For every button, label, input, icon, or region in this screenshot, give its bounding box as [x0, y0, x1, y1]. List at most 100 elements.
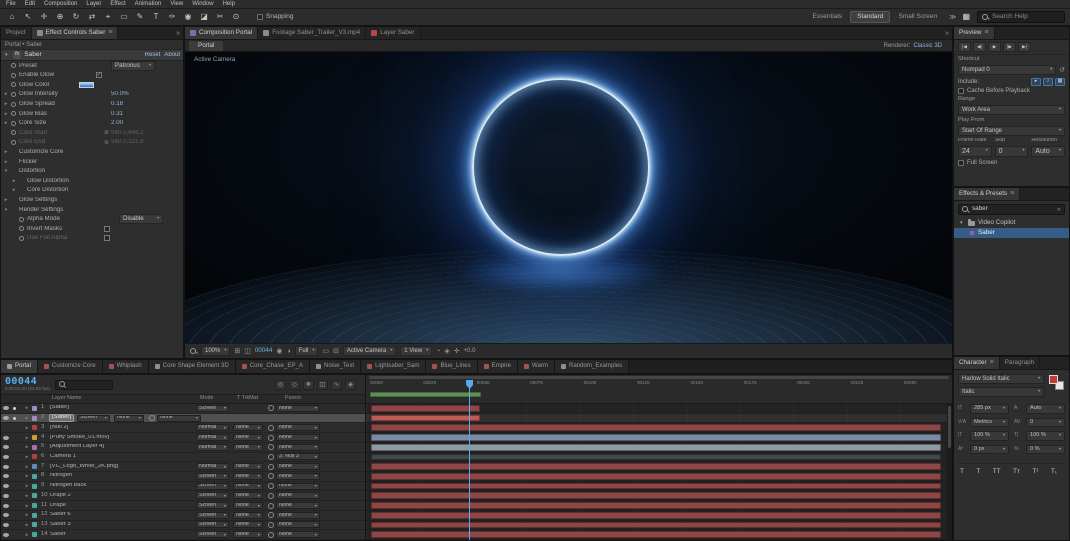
layer-mode-dropdown[interactable]: Normal — [196, 443, 229, 451]
layer-expand-arrow-icon[interactable] — [25, 436, 32, 440]
grid-guides-icon[interactable]: ⊞ — [234, 348, 240, 355]
layer-expand-arrow-icon[interactable] — [25, 426, 32, 430]
layer-parent-dropdown[interactable]: None — [276, 424, 320, 432]
pen-tool-icon[interactable]: ✎ — [133, 11, 147, 24]
layer-label-color[interactable] — [32, 405, 37, 411]
layer-name[interactable]: [Saber] — [50, 405, 196, 411]
include-audio-icon[interactable]: ♪ — [1043, 77, 1053, 86]
property-checkbox[interactable] — [104, 235, 110, 242]
layer-visibility-toggle[interactable] — [1, 464, 10, 469]
layer-duration-bar[interactable] — [370, 473, 942, 480]
layer-visibility-toggle[interactable] — [1, 493, 10, 498]
layer-name[interactable]: Camera 1 — [50, 454, 196, 460]
panel-overflow-icon[interactable] — [173, 27, 183, 39]
layer-name[interactable]: Saber — [50, 532, 196, 538]
layer-mode-dropdown[interactable]: Screen — [196, 492, 229, 500]
effect-header-row[interactable]: ▼ fx Saber Reset About — [1, 50, 183, 61]
layer-trkmat-dropdown[interactable]: None — [233, 463, 263, 471]
workspace-overflow-icon[interactable]: ≫ — [949, 14, 956, 21]
layer-mode-dropdown[interactable]: Screen — [196, 404, 229, 412]
layer-parent-dropdown[interactable]: None — [276, 482, 320, 490]
viewer-tab[interactable]: Composition Portal — [185, 27, 259, 39]
layer-expand-arrow-icon[interactable] — [25, 523, 32, 527]
viewer-tab[interactable]: Footage Saber_Trailer_V3.mp4 — [258, 27, 367, 39]
layer-label-color[interactable] — [32, 425, 37, 431]
expand-arrow-icon[interactable]: ► — [4, 159, 11, 164]
snapping-checkbox[interactable] — [257, 14, 263, 20]
layer-expand-arrow-icon[interactable] — [25, 474, 32, 478]
layer-duration-bar[interactable] — [370, 463, 942, 471]
layer-row[interactable]: 4 [Puffy Smoke_01.mov] Normal None None — [1, 433, 365, 443]
faux-style-button[interactable]: T — [960, 469, 964, 476]
graph-editor-icon[interactable]: ◈ — [345, 379, 356, 390]
layer-parent-dropdown[interactable]: None — [276, 404, 320, 412]
expand-arrow-icon[interactable]: ▼ — [4, 207, 11, 212]
folder-video-copilot[interactable]: ▼ Video Copilot — [954, 218, 1069, 228]
font-family-dropdown[interactable]: Harlow Solid Italic — [958, 374, 1044, 384]
layer-duration-bar[interactable] — [370, 434, 942, 441]
faux-style-button[interactable]: T¹ — [1032, 469, 1038, 476]
play-from-dropdown[interactable]: Start Of Range — [958, 125, 1065, 136]
timeline-vertical-scrollbar[interactable] — [947, 404, 952, 540]
brush-tool-icon[interactable]: ✑ — [165, 11, 179, 24]
panel-overflow-icon[interactable] — [942, 27, 952, 39]
faux-style-button[interactable]: T₁ — [1051, 469, 1057, 476]
parent-pickwhip-icon[interactable] — [268, 405, 274, 412]
tab-preview[interactable]: Preview — [954, 27, 995, 39]
timeline-comp-tab[interactable]: Empire — [477, 360, 518, 373]
effect-saber-item[interactable]: Saber — [954, 228, 1069, 238]
parent-pickwhip-icon[interactable] — [268, 492, 274, 499]
layer-duration-bar[interactable] — [370, 511, 942, 519]
effect-property-row[interactable]: Core Start 960.0,646.2 — [1, 128, 183, 138]
layer-name[interactable]: Saber 6 — [50, 512, 196, 518]
layer-label-color[interactable] — [32, 532, 37, 538]
motion-blur-icon[interactable]: ∿ — [331, 379, 342, 390]
layer-trkmat-dropdown[interactable]: None — [233, 434, 263, 442]
draft-3d-icon[interactable]: ◇ — [289, 379, 300, 390]
layer-visibility-toggle[interactable] — [1, 406, 10, 411]
shortcut-dropdown[interactable]: Numpad 0 — [958, 65, 1057, 76]
layer-visibility-toggle[interactable] — [1, 522, 10, 527]
property-value[interactable]: 960.0,646.2 — [111, 130, 144, 136]
parent-column-header[interactable]: Parent — [277, 395, 365, 401]
layer-visibility-toggle[interactable] — [1, 426, 10, 430]
layer-name[interactable]: [Null 2] — [50, 425, 196, 431]
expand-arrow-icon[interactable]: ► — [4, 101, 11, 106]
parent-pickwhip-icon[interactable] — [268, 473, 274, 480]
layer-row[interactable]: 9 Nitrogen back Screen None None — [1, 482, 365, 492]
layer-mode-dropdown[interactable]: Normal — [196, 434, 229, 442]
layer-solo-toggle[interactable] — [10, 465, 18, 468]
layer-row[interactable]: 5 [Adjustment Layer 4] Normal None None — [1, 443, 365, 453]
expand-arrow-icon[interactable]: ► — [12, 188, 19, 192]
layer-label-color[interactable] — [32, 473, 37, 479]
expand-arrow-icon[interactable]: ▼ — [959, 220, 965, 226]
tab-paragraph[interactable]: Paragraph — [999, 357, 1041, 369]
layer-trkmat-dropdown[interactable]: None — [233, 443, 263, 451]
effects-search-input[interactable]: saber — [972, 206, 1054, 213]
layer-row[interactable]: 8 Nitrogen Screen None None — [1, 472, 365, 482]
layer-name[interactable]: [Puffy Smoke_01.mov] — [50, 435, 196, 441]
clone-stamp-tool-icon[interactable]: ◉ — [181, 11, 195, 24]
eraser-tool-icon[interactable]: ◪ — [197, 11, 211, 24]
stopwatch-icon[interactable] — [19, 226, 24, 232]
include-video-icon[interactable]: ▸ — [1031, 77, 1041, 86]
baseline-shift-field[interactable]: 0 px — [970, 444, 1009, 455]
layer-track[interactable] — [366, 413, 952, 424]
layer-duration-bar[interactable] — [370, 521, 942, 529]
zoom-level-dropdown[interactable]: 100% — [201, 346, 231, 356]
layer-mode-dropdown[interactable]: Screen — [77, 414, 110, 422]
timeline-comp-tab[interactable]: Random_Examples — [554, 360, 630, 373]
layer-track[interactable] — [366, 482, 952, 492]
expand-arrow-icon[interactable]: ► — [4, 121, 11, 125]
tab-effect-controls[interactable]: Effect Controls Saber — [31, 27, 119, 39]
fill-color-icon[interactable] — [1049, 375, 1058, 384]
layer-label-color[interactable] — [32, 493, 37, 499]
collapse-arrow-icon[interactable]: ▼ — [4, 52, 10, 58]
layer-name[interactable]: [Saber] — [49, 414, 74, 423]
font-size-dropdown[interactable]: 285 px — [970, 404, 1009, 414]
viewer-tab[interactable]: Layer Saber — [366, 27, 421, 39]
work-area-bar[interactable] — [370, 392, 482, 397]
trkmat-column-header[interactable]: T TrkMat — [237, 395, 277, 401]
selection-tool-icon[interactable]: ↖ — [21, 11, 35, 24]
layer-trkmat-dropdown[interactable]: None — [233, 472, 263, 480]
